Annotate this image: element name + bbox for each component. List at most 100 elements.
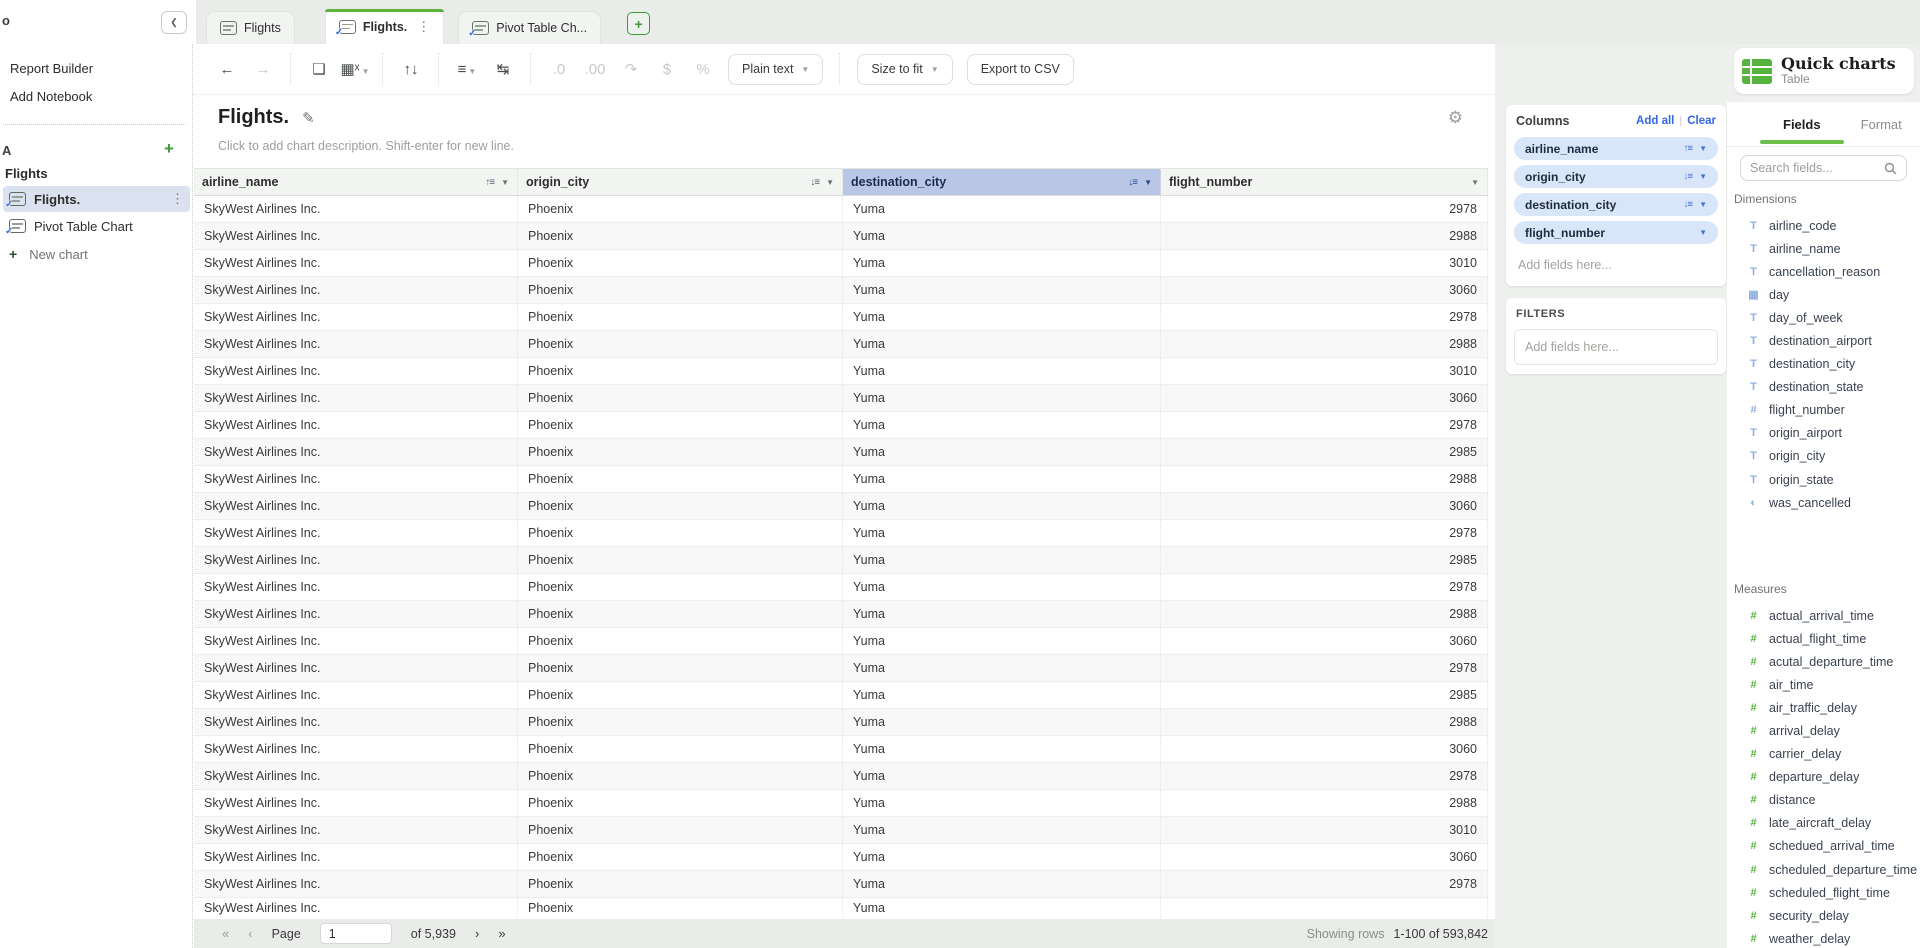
clear-link[interactable]: Clear [1687,115,1716,127]
tab-format[interactable]: Format [1861,117,1902,132]
measure-item-departure_delay[interactable]: #departure_delay [1727,766,1920,789]
filters-add-fields-placeholder[interactable]: Add fields here... [1514,329,1718,365]
chevron-down-icon[interactable]: ▼ [1471,178,1479,187]
sidebar-item-flights-chart[interactable]: ✓ Flights. ⋮ [3,186,190,212]
chevron-down-icon[interactable]: ▼ [826,178,834,187]
text-wrap-icon[interactable]: ↹ [485,60,521,78]
dimension-item-airline_code[interactable]: Tairline_code [1727,214,1920,237]
quick-charts-card[interactable]: Quick charts Table [1734,48,1914,94]
columns-card-header: Columns Add all | Clear [1514,114,1718,137]
settings-gear-icon[interactable]: ⚙ [1448,108,1463,128]
cell-airline-name: SkyWest Airlines Inc. [194,871,518,897]
column-header-origin_city[interactable]: origin_city↓≡▼ [518,169,843,195]
sort-asc-icon: ↑≡ [1684,143,1692,154]
measure-item-scheduled_flight_time[interactable]: #scheduled_flight_time [1727,881,1920,904]
search-fields-input[interactable]: Search fields... [1740,155,1907,181]
cell-destination-city: Yuma [843,844,1161,870]
quick-charts-title: Quick charts Table [1781,55,1896,87]
remove-chart-icon[interactable]: ▦ˣ▼ [337,60,373,78]
measure-item-weather_delay[interactable]: #weather_delay [1727,927,1920,948]
tab-flights-dot[interactable]: ✓ Flights. ⋮ [325,8,444,44]
next-page-button[interactable]: › [475,926,479,941]
chevron-down-icon[interactable]: ▼ [1144,178,1152,187]
export-to-csv-button[interactable]: Export to CSV [967,54,1074,85]
back-icon[interactable]: ← [209,61,245,78]
cell-flight-number: 2985 [1161,547,1488,573]
chart-description-placeholder[interactable]: Click to add chart description. Shift-en… [218,139,514,153]
last-page-button[interactable]: » [498,926,505,941]
measure-item-security_delay[interactable]: #security_delay [1727,904,1920,927]
measure-item-carrier_delay[interactable]: #carrier_delay [1727,743,1920,766]
cell-flight-number: 2978 [1161,655,1488,681]
column-pill-airline_name[interactable]: airline_name↑≡▼ [1514,137,1718,160]
sidebar-tree-root[interactable]: Flights [5,166,48,181]
measure-item-acutal_departure_time[interactable]: #acutal_departure_time [1727,650,1920,673]
column-pill-flight_number[interactable]: flight_number▼ [1514,221,1718,244]
sort-rows-icon[interactable]: ↑↓ [393,61,429,78]
table-row: SkyWest Airlines Inc.PhoenixYuma3060 [194,385,1488,412]
dimension-item-cancellation_reason[interactable]: Tcancellation_reason [1727,260,1920,283]
table-row: SkyWest Airlines Inc.PhoenixYuma2978 [194,196,1488,223]
measure-item-scheduled_departure_time[interactable]: #scheduled_departure_time [1727,858,1920,881]
tab-fields[interactable]: Fields [1783,117,1821,132]
column-header-flight_number[interactable]: flight_number▼ [1161,169,1488,195]
chevron-down-icon[interactable]: ▼ [1699,228,1707,237]
dimension-item-day_of_week[interactable]: Tday_of_week [1727,306,1920,329]
dimension-item-flight_number[interactable]: #flight_number [1727,399,1920,422]
new-chart-button[interactable]: + New chart [3,242,202,266]
measure-item-actual_arrival_time[interactable]: #actual_arrival_time [1727,604,1920,627]
measure-item-distance[interactable]: #distance [1727,789,1920,812]
chevron-down-icon[interactable]: ▼ [501,178,509,187]
dimension-item-day[interactable]: ▦day [1727,283,1920,306]
chevron-down-icon[interactable]: ▼ [1699,172,1707,181]
measure-item-actual_flight_time[interactable]: #actual_flight_time [1727,627,1920,650]
dimension-item-destination_state[interactable]: Tdestination_state [1727,376,1920,399]
duplicate-icon[interactable]: ❏ [301,60,337,78]
chart-title[interactable]: Flights. [218,106,289,129]
tab-flights[interactable]: Flights [206,11,295,44]
item-menu-icon[interactable]: ⋮ [171,191,184,207]
page-number-input[interactable] [320,923,392,944]
measure-item-late_aircraft_delay[interactable]: #late_aircraft_delay [1727,812,1920,835]
edit-title-icon[interactable]: ✎ [302,109,315,127]
dimension-item-airline_name[interactable]: Tairline_name [1727,237,1920,260]
prev-page-button[interactable]: ‹ [248,926,252,941]
collapse-sidebar-button[interactable]: ❮ [161,11,187,34]
table-row: SkyWest Airlines Inc.PhoenixYuma2978 [194,520,1488,547]
plain-text-button[interactable]: Plain text▼ [728,54,823,85]
sidebar-item-report-builder[interactable]: Report Builder [10,61,93,76]
dimension-item-origin_state[interactable]: Torigin_state [1727,468,1920,491]
new-tab-button[interactable]: + [627,12,650,35]
add-all-link[interactable]: Add all [1636,115,1674,127]
dimension-item-destination_city[interactable]: Tdestination_city [1727,353,1920,376]
cell-origin-city: Phoenix [518,655,843,681]
columns-add-fields-placeholder[interactable]: Add fields here... [1514,249,1718,272]
dimension-item-origin_city[interactable]: Torigin_city [1727,445,1920,468]
sidebar-item-add-notebook[interactable]: Add Notebook [10,89,92,104]
toolbar-divider [530,53,532,85]
column-header-destination_city[interactable]: destination_city↓≡▼ [843,169,1161,195]
dimension-label: day_of_week [1769,311,1843,325]
tab-pivot-table-chart[interactable]: ✓ Pivot Table Ch... [458,11,601,44]
measure-item-schedued_arrival_time[interactable]: #schedued_arrival_time [1727,835,1920,858]
add-chart-button[interactable]: + [164,139,174,159]
column-pill-destination_city[interactable]: destination_city↓≡▼ [1514,193,1718,216]
dimension-item-was_cancelled[interactable]: ◐was_cancelled [1727,491,1920,514]
table-chart-icon: ✓ [9,219,26,233]
tab-menu-icon[interactable]: ⋮ [417,19,430,35]
column-header-airline_name[interactable]: airline_name↑≡▼ [194,169,518,195]
measure-item-air_time[interactable]: #air_time [1727,673,1920,696]
measure-item-arrival_delay[interactable]: #arrival_delay [1727,719,1920,742]
sidebar-item-pivot-table-chart[interactable]: ✓ Pivot Table Chart [3,213,190,239]
measure-item-air_traffic_delay[interactable]: #air_traffic_delay [1727,696,1920,719]
dimension-item-destination_airport[interactable]: Tdestination_airport [1727,329,1920,352]
cell-origin-city: Phoenix [518,250,843,276]
chevron-down-icon[interactable]: ▼ [1699,144,1707,153]
dimension-item-origin_airport[interactable]: Torigin_airport [1727,422,1920,445]
chevron-down-icon[interactable]: ▼ [1699,200,1707,209]
align-icon[interactable]: ≡▼ [449,61,485,78]
cell-airline-name: SkyWest Airlines Inc. [194,790,518,816]
size-to-fit-button[interactable]: Size to fit▼ [857,54,952,85]
column-pill-origin_city[interactable]: origin_city↓≡▼ [1514,165,1718,188]
first-page-button[interactable]: « [222,926,229,941]
